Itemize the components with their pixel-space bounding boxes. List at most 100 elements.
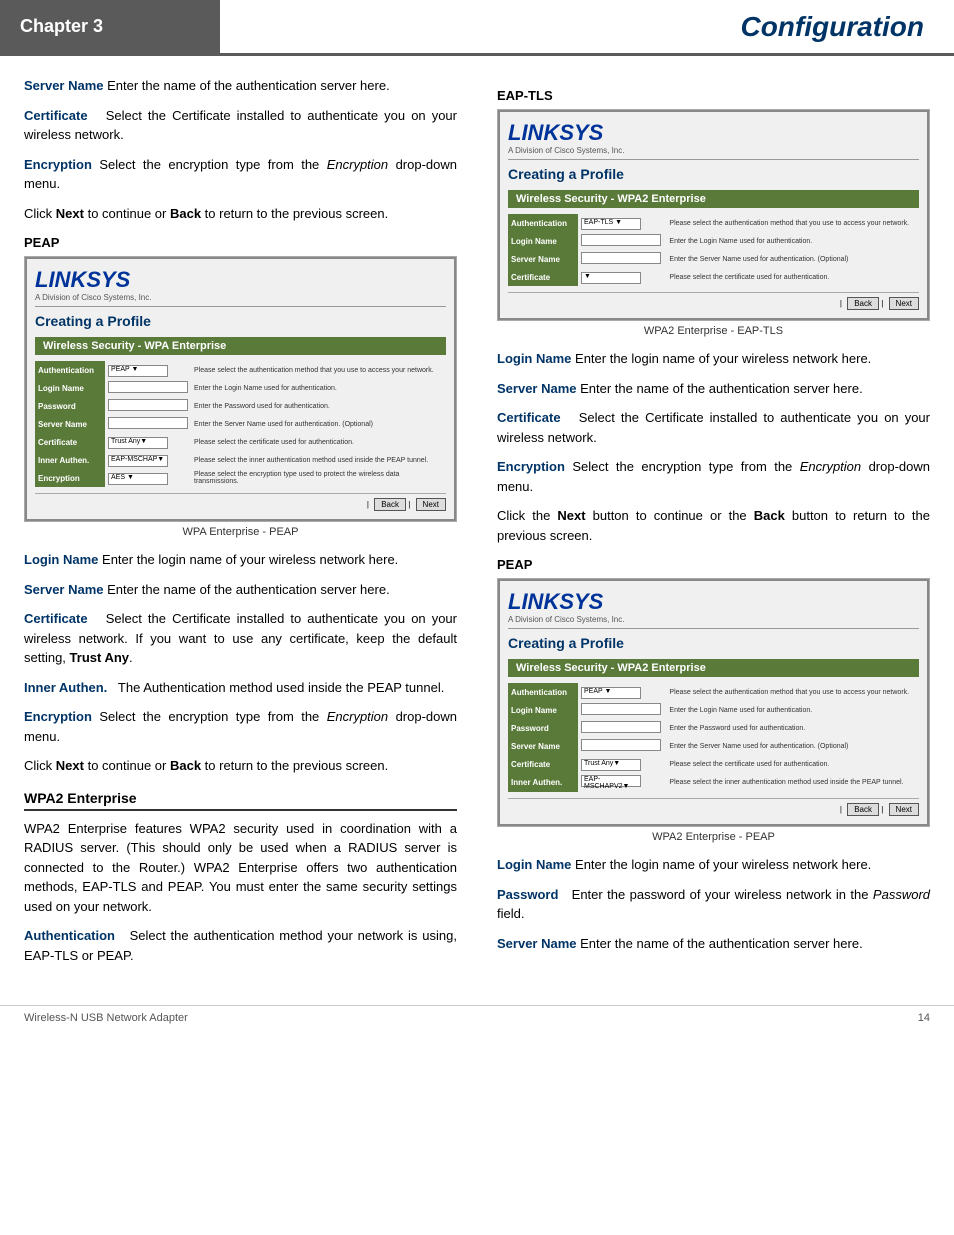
inner-label: Inner Authen.: [35, 451, 105, 469]
table-row: Encryption AES ▼ Please select the encry…: [35, 469, 446, 487]
login-name-para-r2: Login Name Enter the login name of your …: [497, 855, 930, 875]
login-desc-r: Enter the Login Name used for authentica…: [666, 232, 919, 250]
table-row: Login Name Enter the Login Name used for…: [35, 379, 446, 397]
auth-input-cell: PEAP ▼: [105, 361, 191, 379]
login-label-r2: Login Name: [508, 701, 578, 719]
cert-input-cell-r: ▼: [578, 268, 666, 286]
certificate-para: Certificate Select the Certificate insta…: [24, 106, 457, 145]
encryption-para2: Encryption Select the encryption type fr…: [24, 707, 457, 746]
chapter-label: Chapter 3: [0, 0, 220, 53]
login-term-r2: Login Name: [497, 857, 571, 872]
main-content: Server Name Enter the name of the authen…: [0, 56, 954, 995]
cert-label-r2: Certificate: [508, 755, 578, 773]
next-button-3[interactable]: Next: [889, 803, 919, 816]
server-term-r: Server Name: [497, 381, 577, 396]
back-button-1[interactable]: Back: [374, 498, 406, 511]
wpa2-peap-screenshot-box: LINKSYSA Division of Cisco Systems, Inc.…: [497, 578, 930, 827]
password-input: [108, 399, 188, 411]
table-row: Inner Authen. EAP-MSCHAPV2▼ Please selec…: [508, 773, 919, 792]
linksys-logo-2: LINKSYSA Division of Cisco Systems, Inc.: [508, 120, 919, 160]
security-bar-3: Wireless Security - WPA2 Enterprise: [508, 659, 919, 677]
login-desc-r2: Enter the Login Name used for authentica…: [666, 701, 919, 719]
next-back-para2: Click Next to continue or Back to return…: [24, 756, 457, 776]
server-input-r2: [581, 739, 661, 751]
table-row: Server Name Enter the Server Name used f…: [508, 250, 919, 268]
login-input-cell: [105, 379, 191, 397]
security-bar-2: Wireless Security - WPA2 Enterprise: [508, 190, 919, 208]
server-label: Server Name: [35, 415, 105, 433]
login-input: [108, 381, 188, 393]
page-footer: Wireless-N USB Network Adapter 14: [0, 1005, 954, 1030]
cert-input-cell: Trust Any▼: [105, 433, 191, 451]
enc-desc: Please select the encryption type used t…: [191, 469, 446, 487]
server-input-cell-r: [578, 250, 666, 268]
table-row: Certificate Trust Any▼ Please select the…: [508, 755, 919, 773]
inner-label-r2: Inner Authen.: [508, 773, 578, 792]
table-row: Login Name Enter the Login Name used for…: [508, 701, 919, 719]
server-name-para-r: Server Name Enter the name of the authen…: [497, 379, 930, 399]
server-term-2: Server Name: [24, 582, 104, 597]
server-label-r: Server Name: [508, 250, 578, 268]
login-input-cell-r: [578, 232, 666, 250]
btn-row-2: | Back | Next: [508, 292, 919, 310]
certificate-para2: Certificate Select the Certificate insta…: [24, 609, 457, 668]
next-button-2[interactable]: Next: [889, 297, 919, 310]
auth-input-cell-r2: PEAP ▼: [578, 683, 666, 701]
login-label-r: Login Name: [508, 232, 578, 250]
inner-desc-r2: Please select the inner authentication m…: [666, 773, 919, 792]
cert-select-r2: Trust Any▼: [581, 759, 641, 771]
back-button-3[interactable]: Back: [847, 803, 879, 816]
next-back-para-r: Click the Next button to continue or the…: [497, 506, 930, 545]
back-button-2[interactable]: Back: [847, 297, 879, 310]
cert-label: Certificate: [35, 433, 105, 451]
password-para-r2: Password Enter the password of your wire…: [497, 885, 930, 924]
server-label-r2: Server Name: [508, 737, 578, 755]
login-name-para-r: Login Name Enter the login name of your …: [497, 349, 930, 369]
server-desc-r: Enter the Server Name used for authentic…: [666, 250, 919, 268]
linksys-logo-3: LINKSYSA Division of Cisco Systems, Inc.: [508, 589, 919, 629]
peap-label: PEAP: [24, 235, 457, 250]
server-input-cell: [105, 415, 191, 433]
table-row: Password Enter the Password used for aut…: [508, 719, 919, 737]
wpa2-peap-caption: WPA2 Enterprise - PEAP: [497, 831, 930, 843]
server-name-term: Server Name: [24, 78, 104, 93]
enc-select: AES ▼: [108, 473, 168, 485]
next-button-1[interactable]: Next: [416, 498, 446, 511]
inner-select: EAP-MSCHAP▼: [108, 455, 168, 467]
peap-caption: WPA Enterprise - PEAP: [24, 526, 457, 538]
login-input-cell-r2: [578, 701, 666, 719]
login-name-para2: Login Name Enter the login name of your …: [24, 550, 457, 570]
table-row: Password Enter the Password used for aut…: [35, 397, 446, 415]
password-input-cell: [105, 397, 191, 415]
enc-term-2: Encryption: [24, 709, 92, 724]
footer-product: Wireless-N USB Network Adapter: [24, 1012, 188, 1024]
table-row: Authentication EAP-TLS ▼ Please select t…: [508, 214, 919, 232]
inner-desc: Please select the inner authentication m…: [191, 451, 446, 469]
btn-row-1: | Back | Next: [35, 493, 446, 511]
profile-title-3: Creating a Profile: [508, 635, 919, 651]
auth-desc-r2: Please select the authentication method …: [666, 683, 919, 701]
encryption-term: Encryption: [24, 157, 92, 172]
wpa2-peap-screenshot-inner: LINKSYSA Division of Cisco Systems, Inc.…: [498, 579, 929, 826]
table-row: Certificate Trust Any▼ Please select the…: [35, 433, 446, 451]
peap-form-table: Authentication PEAP ▼ Please select the …: [35, 361, 446, 487]
wpa2-heading: WPA2 Enterprise: [24, 790, 457, 811]
server-name-para: Server Name Enter the name of the authen…: [24, 76, 457, 96]
peap-label-r: PEAP: [497, 557, 930, 572]
cert-select: Trust Any▼: [108, 437, 168, 449]
server-name-para2: Server Name Enter the name of the authen…: [24, 580, 457, 600]
cert-label-r: Certificate: [508, 268, 578, 286]
cert-term-2: Certificate: [24, 611, 88, 626]
inner-input-cell-r2: EAP-MSCHAPV2▼: [578, 773, 666, 792]
chapter-text: Chapter 3: [20, 16, 103, 37]
table-row: Inner Authen. EAP-MSCHAP▼ Please select …: [35, 451, 446, 469]
login-term-r: Login Name: [497, 351, 571, 366]
login-term-2: Login Name: [24, 552, 98, 567]
password-desc-r2: Enter the Password used for authenticati…: [666, 719, 919, 737]
next-back-para1: Click Next to continue or Back to return…: [24, 204, 457, 224]
certificate-term: Certificate: [24, 108, 88, 123]
eap-tls-caption: WPA2 Enterprise - EAP-TLS: [497, 325, 930, 337]
enc-label: Encryption: [35, 469, 105, 487]
cert-desc: Please select the certificate used for a…: [191, 433, 446, 451]
password-input-cell-r2: [578, 719, 666, 737]
